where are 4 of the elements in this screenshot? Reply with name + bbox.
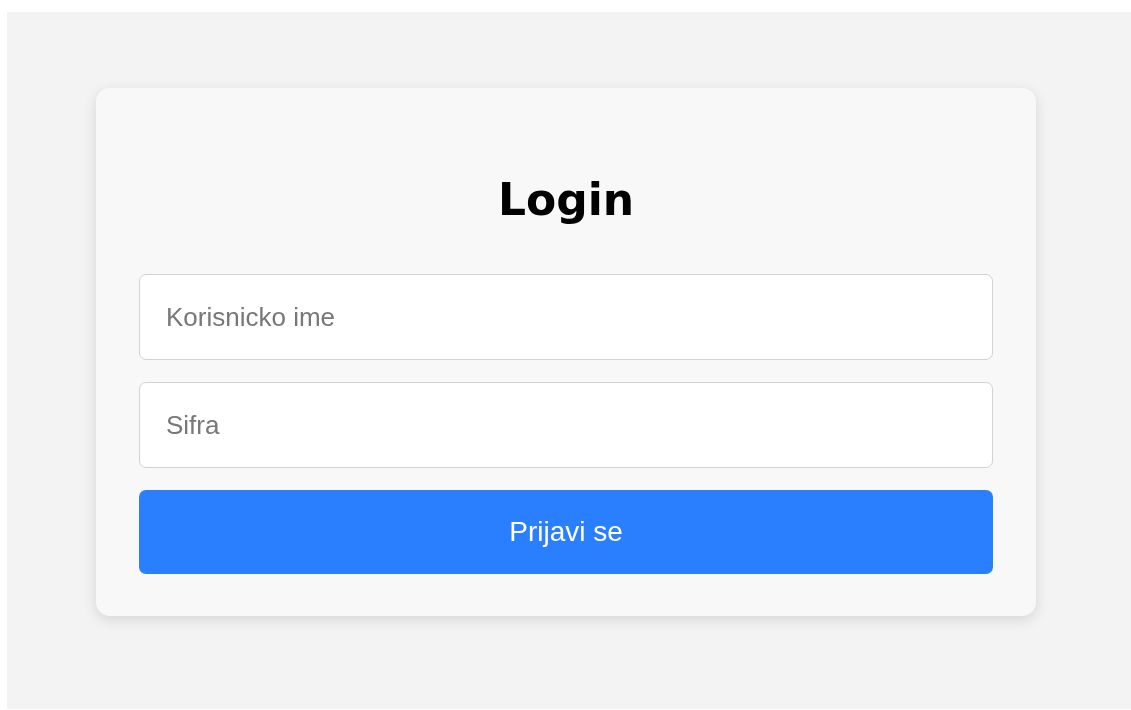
input-field[interactable]: Sifra [139, 382, 993, 468]
login-button[interactable]: Prijavi se [139, 490, 993, 574]
login-title: Login [497, 173, 635, 227]
input-field[interactable]: Korisnicko ime [139, 274, 993, 360]
